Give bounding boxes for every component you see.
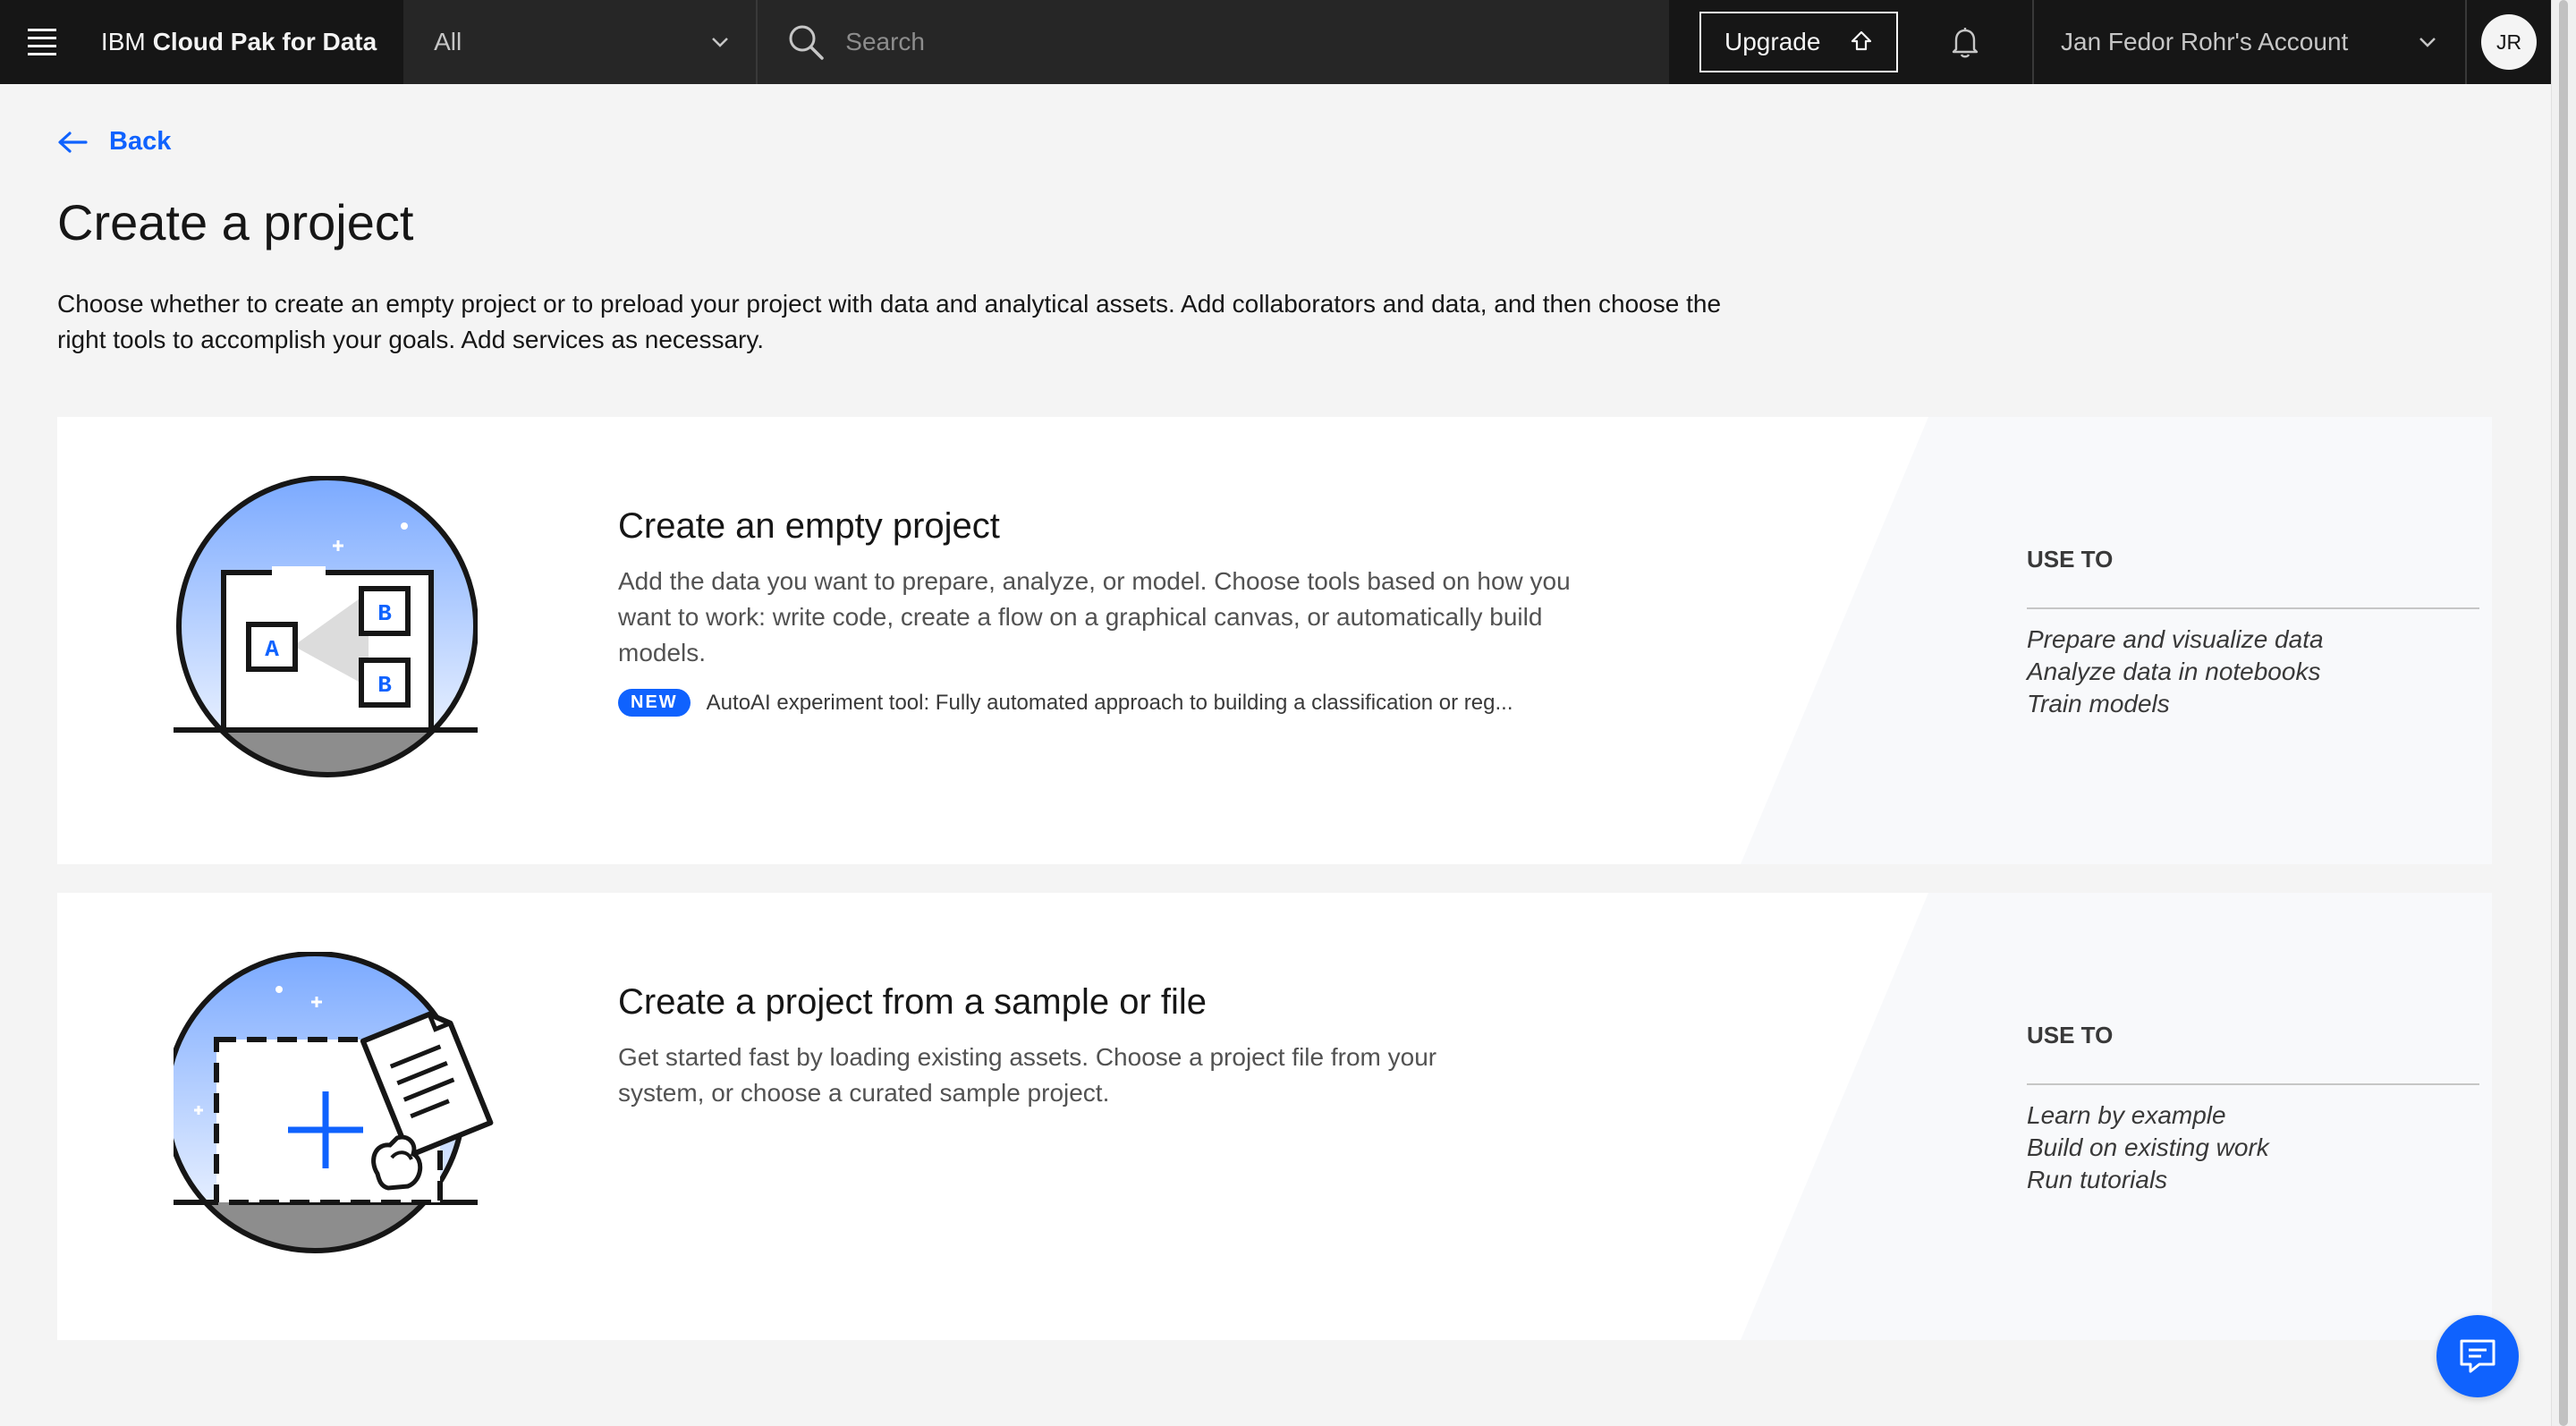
card-title: Create an empty project	[618, 506, 1000, 546]
account-label: Jan Fedor Rohr's Account	[2061, 28, 2349, 55]
back-link[interactable]: Back	[57, 127, 171, 157]
page-intro: Choose whether to create an empty projec…	[57, 290, 1722, 353]
search-scope-dropdown[interactable]: All	[403, 0, 758, 84]
chat-icon	[2460, 1339, 2496, 1373]
brand-name: Cloud Pak for Data	[152, 28, 377, 55]
search-scope-label: All	[434, 28, 462, 55]
page-scrollbar[interactable]	[2551, 0, 2576, 1426]
search-bar	[758, 0, 1669, 84]
illustration-letter-b: B	[377, 600, 392, 627]
card-description: Add the data you want to prepare, analyz…	[618, 567, 1571, 666]
header-actions: Upgrade Jan Fedor Rohr's Account JR	[1669, 0, 2551, 84]
scrollbar-thumb[interactable]	[2559, 0, 2568, 1426]
chevron-down-icon	[2419, 38, 2436, 47]
hamburger-menu-icon	[28, 26, 57, 58]
empty-project-illustration: A B B	[174, 476, 478, 777]
upgrade-button[interactable]: Upgrade	[1699, 12, 1898, 72]
page-title: Create a project	[57, 194, 414, 250]
back-label: Back	[109, 127, 172, 156]
top-header: IBM Cloud Pak for Data All Upgrade Jan F…	[0, 0, 2551, 84]
use-to-item: Learn by example	[2027, 1101, 2226, 1129]
arrow-left-icon	[58, 131, 88, 153]
avatar-container: JR	[2467, 0, 2551, 84]
bell-icon	[1952, 28, 1979, 58]
new-feature-notice: NEW AutoAI experiment tool: Fully automa…	[618, 689, 1513, 717]
use-to-item: Train models	[2027, 690, 2170, 717]
upgrade-label: Upgrade	[1724, 28, 1821, 55]
brand-prefix: IBM	[100, 28, 146, 55]
account-switcher[interactable]: Jan Fedor Rohr's Account	[2032, 0, 2467, 84]
use-to-item: Analyze data in notebooks	[2027, 658, 2321, 685]
card-title: Create a project from a sample or file	[618, 982, 1208, 1022]
create-empty-project-card[interactable]: A B B Create an empty project Add the da…	[57, 417, 2492, 864]
search-input[interactable]	[845, 28, 1651, 56]
use-to-list: Learn by example Build on existing work …	[2027, 1099, 2479, 1196]
use-to-title: USE TO	[2027, 1022, 2479, 1085]
notifications-button[interactable]	[1898, 0, 2032, 84]
chevron-down-icon	[712, 38, 729, 47]
search-icon	[789, 25, 825, 60]
use-to-title: USE TO	[2027, 546, 2479, 609]
illustration-letter-b: B	[377, 672, 392, 699]
illustration-letter-a: A	[265, 636, 279, 663]
create-from-sample-card[interactable]: Create a project from a sample or file G…	[57, 893, 2492, 1340]
card-description: Get started fast by loading existing ass…	[618, 1043, 1437, 1107]
avatar[interactable]: JR	[2481, 14, 2537, 70]
use-to-list: Prepare and visualize data Analyze data …	[2027, 624, 2479, 720]
use-to-panel: USE TO Learn by example Build on existin…	[2027, 1022, 2479, 1196]
chat-button[interactable]	[2436, 1315, 2519, 1397]
use-to-panel: USE TO Prepare and visualize data Analyz…	[2027, 546, 2479, 720]
product-brand[interactable]: IBM Cloud Pak for Data	[85, 0, 403, 84]
use-to-item: Run tutorials	[2027, 1166, 2168, 1193]
new-badge: NEW	[618, 689, 691, 717]
sample-project-illustration	[174, 952, 494, 1253]
upgrade-arrow-icon	[1851, 30, 1872, 51]
menu-button[interactable]	[0, 0, 85, 84]
new-feature-text: AutoAI experiment tool: Fully automated …	[706, 690, 1513, 715]
use-to-item: Prepare and visualize data	[2027, 625, 2324, 653]
use-to-item: Build on existing work	[2027, 1133, 2269, 1161]
